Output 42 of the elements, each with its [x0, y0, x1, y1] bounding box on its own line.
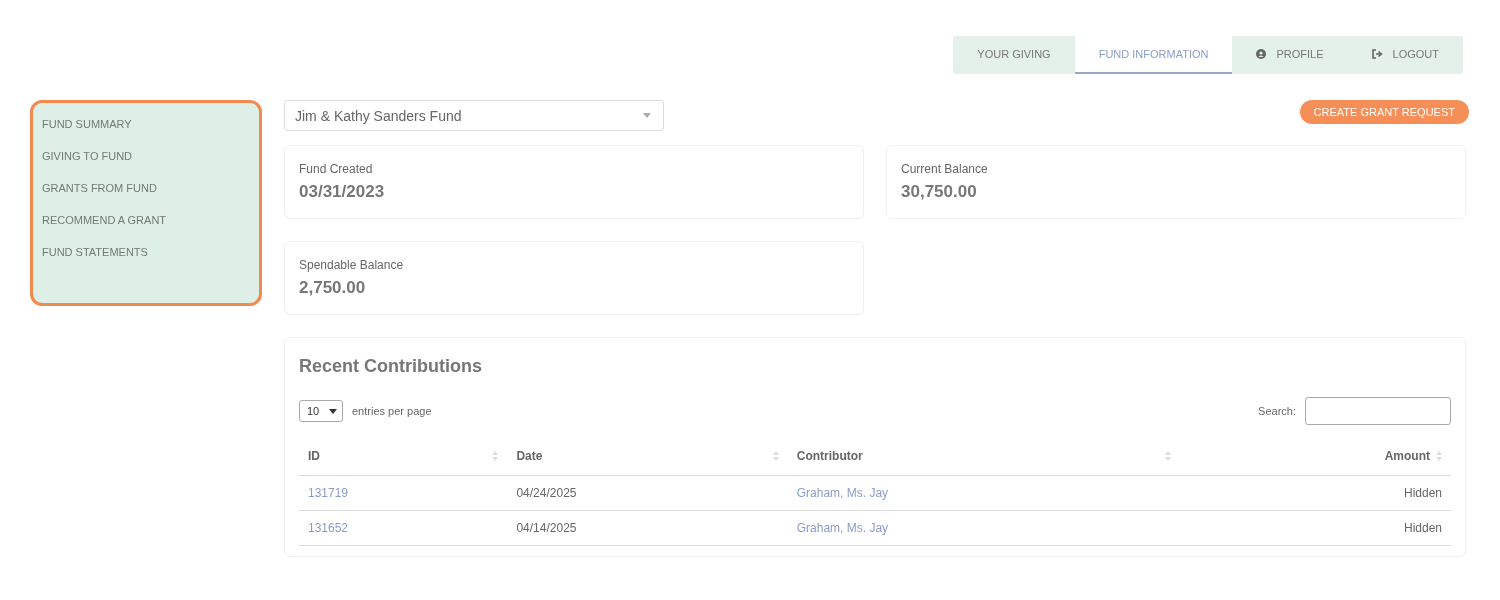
- column-header[interactable]: Contributor: [796, 449, 863, 463]
- nav-tab[interactable]: LOGOUT: [1347, 36, 1463, 74]
- sort-icon[interactable]: [1165, 451, 1172, 461]
- column-header[interactable]: Amount: [1384, 449, 1430, 463]
- fund-select[interactable]: Jim & Kathy Sanders Fund: [284, 100, 664, 131]
- search-label: Search:: [1258, 405, 1296, 417]
- nav-tab[interactable]: PROFILE: [1232, 36, 1348, 74]
- nav-tab[interactable]: FUND INFORMATION: [1074, 36, 1233, 74]
- amount-cell: Hidden: [1403, 486, 1442, 500]
- sidebar-item[interactable]: GRANTS FROM FUND: [33, 173, 259, 205]
- panel-title: Recent Contributions: [299, 356, 483, 377]
- sidebar-item[interactable]: GIVING TO FUND: [33, 141, 259, 173]
- stat-value: 03/31/2023: [299, 182, 386, 202]
- contributor-link[interactable]: Graham, Ms. Jay: [796, 521, 889, 535]
- stat-label: Fund Created: [299, 162, 374, 176]
- caret-icon: [643, 113, 651, 118]
- stat-value: 2,750.00: [299, 278, 367, 298]
- sidebar-item[interactable]: FUND STATEMENTS: [33, 237, 259, 269]
- date-cell: 04/24/2025: [516, 486, 577, 500]
- nav-tab[interactable]: YOUR GIVING: [953, 36, 1075, 74]
- caret-icon: [329, 408, 337, 414]
- sort-icon[interactable]: [1436, 451, 1442, 461]
- page-size-label: entries per page: [352, 405, 432, 417]
- search-field[interactable]: [1305, 397, 1451, 425]
- user-icon: [1256, 49, 1267, 59]
- page-size-select[interactable]: 10: [299, 400, 343, 422]
- stat-label: Spendable Balance: [299, 258, 405, 272]
- sidebar-item[interactable]: FUND SUMMARY: [33, 109, 259, 141]
- sidebar-item[interactable]: RECOMMEND A GRANT: [33, 205, 259, 237]
- id-link[interactable]: 131719: [308, 486, 349, 500]
- logout-icon: [1371, 49, 1383, 59]
- stat-value: 30,750.00: [901, 182, 978, 202]
- contributor-link[interactable]: Graham, Ms. Jay: [796, 486, 889, 500]
- sort-icon[interactable]: [492, 451, 499, 461]
- amount-cell: Hidden: [1403, 521, 1442, 535]
- date-cell: 04/14/2025: [516, 521, 577, 535]
- column-header[interactable]: Date: [516, 449, 543, 463]
- create-grant-button[interactable]: CREATE GRANT REQUEST: [1299, 100, 1469, 124]
- column-header[interactable]: ID: [308, 449, 320, 463]
- stat-label: Current Balance: [901, 162, 989, 176]
- sort-icon[interactable]: [772, 451, 779, 461]
- id-link[interactable]: 131652: [308, 521, 349, 535]
